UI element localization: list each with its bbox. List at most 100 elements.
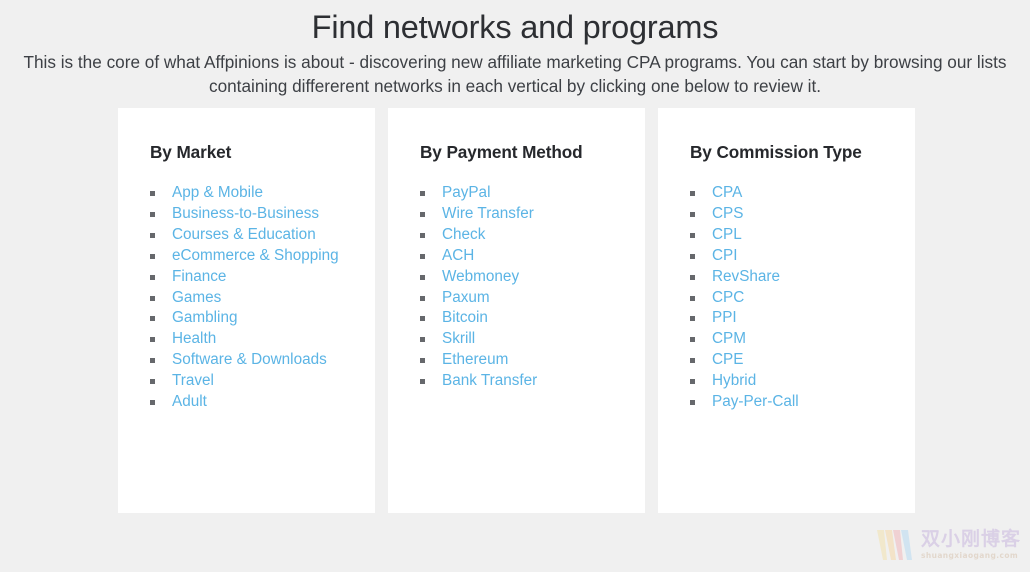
list-item[interactable]: Bank Transfer bbox=[420, 371, 619, 392]
category-link[interactable]: Finance bbox=[172, 268, 226, 285]
list-item[interactable]: Paxum bbox=[420, 288, 619, 309]
category-link[interactable]: ACH bbox=[442, 247, 474, 264]
square-bullet-icon bbox=[150, 379, 155, 385]
category-link[interactable]: Ethereum bbox=[442, 351, 508, 368]
list-item[interactable]: eCommerce & Shopping bbox=[150, 246, 349, 267]
list-item[interactable]: Adult bbox=[150, 392, 349, 413]
square-bullet-icon bbox=[150, 400, 155, 406]
w-logo-icon bbox=[872, 526, 918, 564]
list-item[interactable]: PayPal bbox=[420, 183, 619, 204]
category-link[interactable]: CPE bbox=[712, 351, 743, 368]
square-bullet-icon bbox=[690, 337, 695, 343]
square-bullet-icon bbox=[420, 211, 425, 217]
category-link[interactable]: App & Mobile bbox=[172, 184, 263, 201]
square-bullet-icon bbox=[150, 316, 155, 322]
list-item[interactable]: Gambling bbox=[150, 308, 349, 329]
list-item[interactable]: Skrill bbox=[420, 329, 619, 350]
category-link[interactable]: Gambling bbox=[172, 309, 237, 326]
category-link[interactable]: PPI bbox=[712, 309, 737, 326]
list-item[interactable]: ACH bbox=[420, 246, 619, 267]
list-item[interactable]: Pay-Per-Call bbox=[690, 392, 889, 413]
square-bullet-icon bbox=[690, 274, 695, 280]
category-link[interactable]: CPS bbox=[712, 205, 743, 222]
category-link[interactable]: Webmoney bbox=[442, 268, 519, 285]
list-item[interactable]: PPI bbox=[690, 308, 889, 329]
list-item[interactable]: App & Mobile bbox=[150, 183, 349, 204]
square-bullet-icon bbox=[420, 316, 425, 322]
page-title: Find networks and programs bbox=[311, 9, 719, 45]
list-item[interactable]: Hybrid bbox=[690, 371, 889, 392]
card-list: CPA CPS CPL CPI RevShare CPC PPI CPM CPE Hybrid Pa… bbox=[690, 183, 889, 413]
category-card: By Commission Type CPA CPS CPL CPI RevShare CP… bbox=[658, 108, 915, 513]
square-bullet-icon bbox=[150, 337, 155, 343]
list-item[interactable]: CPL bbox=[690, 225, 889, 246]
list-item[interactable]: Webmoney bbox=[420, 267, 619, 288]
square-bullet-icon bbox=[150, 191, 155, 196]
list-item[interactable]: Health bbox=[150, 329, 349, 350]
list-item[interactable]: Games bbox=[150, 288, 349, 309]
list-item[interactable]: CPE bbox=[690, 350, 889, 371]
square-bullet-icon bbox=[690, 358, 695, 364]
category-link[interactable]: Bitcoin bbox=[442, 309, 488, 326]
list-item[interactable]: RevShare bbox=[690, 267, 889, 288]
category-link[interactable]: CPL bbox=[712, 226, 742, 243]
list-item[interactable]: Check bbox=[420, 225, 619, 246]
list-item[interactable]: Travel bbox=[150, 371, 349, 392]
watermark-url: shuangxiaogang.com bbox=[921, 551, 1019, 561]
category-link[interactable]: Travel bbox=[172, 372, 214, 389]
category-link[interactable]: Health bbox=[172, 330, 216, 347]
square-bullet-icon bbox=[420, 295, 425, 301]
category-link[interactable]: Games bbox=[172, 289, 221, 306]
square-bullet-icon bbox=[420, 274, 425, 280]
category-card: By Payment Method PayPal Wire Transfer Chec… bbox=[388, 108, 645, 513]
category-link[interactable]: Software & Downloads bbox=[172, 351, 327, 368]
category-link[interactable]: Paxum bbox=[442, 289, 490, 306]
category-link[interactable]: eCommerce & Shopping bbox=[172, 247, 339, 264]
square-bullet-icon bbox=[690, 316, 695, 322]
square-bullet-icon bbox=[150, 358, 155, 364]
category-link[interactable]: CPI bbox=[712, 247, 738, 264]
card-title: By Market bbox=[150, 142, 232, 162]
square-bullet-icon bbox=[420, 358, 425, 364]
category-link[interactable]: Wire Transfer bbox=[442, 205, 534, 222]
category-link[interactable]: Courses & Education bbox=[172, 226, 316, 243]
square-bullet-icon bbox=[690, 400, 695, 406]
category-link[interactable]: CPC bbox=[712, 289, 744, 306]
list-item[interactable]: Business-to-Business bbox=[150, 204, 349, 225]
square-bullet-icon bbox=[420, 253, 425, 259]
card-list: PayPal Wire Transfer Check ACH Webmoney Paxum… bbox=[420, 183, 619, 392]
watermark-chinese-text: 双小刚博客 bbox=[921, 528, 1022, 551]
category-link[interactable]: Bank Transfer bbox=[442, 372, 537, 389]
list-item[interactable]: Finance bbox=[150, 267, 349, 288]
category-link[interactable]: Pay-Per-Call bbox=[712, 393, 799, 410]
list-item[interactable]: CPC bbox=[690, 288, 889, 309]
list-item[interactable]: Wire Transfer bbox=[420, 204, 619, 225]
list-item[interactable]: Bitcoin bbox=[420, 308, 619, 329]
square-bullet-icon bbox=[150, 211, 155, 217]
square-bullet-icon bbox=[150, 274, 155, 280]
list-item[interactable]: CPI bbox=[690, 246, 889, 267]
square-bullet-icon bbox=[690, 232, 695, 238]
category-link[interactable]: Hybrid bbox=[712, 372, 756, 389]
category-link[interactable]: Business-to-Business bbox=[172, 205, 319, 222]
list-item[interactable]: CPM bbox=[690, 329, 889, 350]
page-subtitle: This is the core of what Affpinions is a… bbox=[23, 52, 1007, 96]
square-bullet-icon bbox=[690, 295, 695, 301]
category-link[interactable]: PayPal bbox=[442, 184, 490, 201]
category-link[interactable]: CPM bbox=[712, 330, 746, 347]
list-item[interactable]: Software & Downloads bbox=[150, 350, 349, 371]
category-link[interactable]: RevShare bbox=[712, 268, 780, 285]
category-link[interactable]: CPA bbox=[712, 184, 742, 201]
square-bullet-icon bbox=[420, 379, 425, 385]
list-item[interactable]: Courses & Education bbox=[150, 225, 349, 246]
category-link[interactable]: Check bbox=[442, 226, 485, 243]
list-item[interactable]: CPA bbox=[690, 183, 889, 204]
category-cards-row: By Market App & Mobile Business-to-Busines… bbox=[118, 108, 915, 513]
list-item[interactable]: CPS bbox=[690, 204, 889, 225]
list-item[interactable]: Ethereum bbox=[420, 350, 619, 371]
page-header: Find networks and programs This is the c… bbox=[0, 0, 1030, 98]
watermark: 双小刚博客 shuangxiaogang.com bbox=[872, 522, 1024, 568]
category-link[interactable]: Adult bbox=[172, 393, 207, 410]
category-link[interactable]: Skrill bbox=[442, 330, 475, 347]
square-bullet-icon bbox=[420, 337, 425, 343]
